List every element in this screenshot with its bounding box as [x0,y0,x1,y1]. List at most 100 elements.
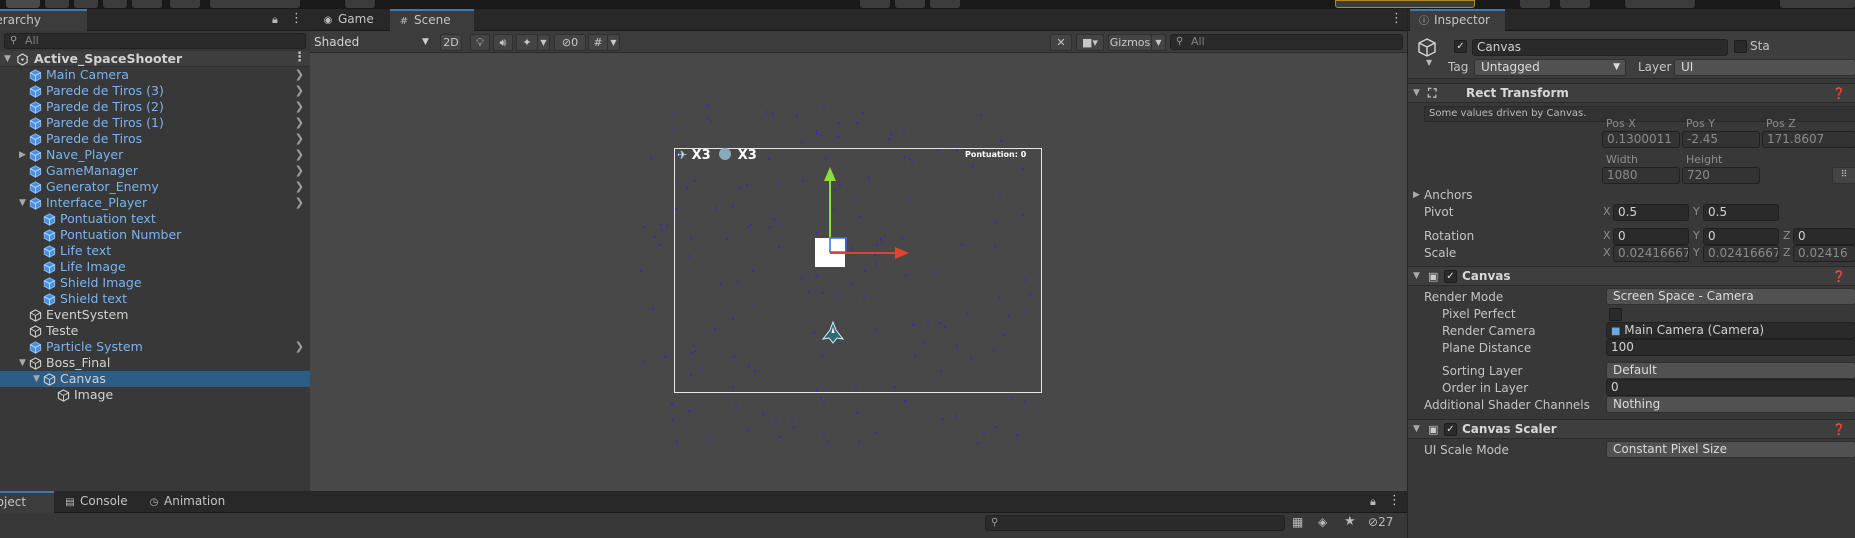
raw-edit-button[interactable]: ⠿ [1832,167,1855,184]
hidden-packages-button[interactable]: ⊘27 [1368,515,1393,529]
tool-button[interactable] [6,0,40,8]
help-icon[interactable]: ❓ [1832,84,1846,103]
tab-scene[interactable]: # Scene [390,9,474,31]
notification-button[interactable] [1335,0,1475,8]
open-prefab-arrow-icon[interactable]: ❯ [295,179,304,195]
open-prefab-arrow-icon[interactable]: ❯ [295,99,304,115]
rotation-x-field[interactable]: 0 [1613,228,1689,245]
render-mode-dropdown[interactable]: Screen Space - Camera [1606,288,1855,305]
rotation-z-field[interactable]: 0 [1793,228,1855,245]
hierarchy-item[interactable]: Pontuation text [0,211,310,227]
scale-z-field[interactable]: 0.02416 [1793,245,1855,262]
lock-icon[interactable]: 🔒︎ [1370,495,1376,509]
posx-field[interactable]: 0.1300011 [1602,131,1680,148]
gizmos-button[interactable]: Gizmos [1108,34,1152,51]
expand-arrow-icon[interactable]: ▼ [4,51,11,67]
expand-arrow-icon[interactable]: ▼ [19,355,26,371]
tool-button[interactable] [210,0,300,8]
static-checkbox[interactable] [1734,40,1747,53]
open-prefab-arrow-icon[interactable]: ❯ [295,115,304,131]
tag-dropdown[interactable]: Untagged ▼ [1474,59,1626,76]
cloud-button[interactable] [1560,0,1590,8]
chevron-down-icon[interactable]: ▼ [1152,34,1166,51]
hierarchy-item[interactable]: Life Image [0,259,310,275]
expand-arrow-icon[interactable]: ▼ [33,371,40,387]
chevron-down-icon[interactable]: ▼ [538,34,550,51]
canvas-component-header[interactable]: ▼ ▣ ✓ Canvas ❓ [1408,266,1855,286]
plane-distance-field[interactable]: 100 [1606,339,1855,356]
hierarchy-item[interactable]: Generator_Enemy ❯ [0,179,310,195]
help-icon[interactable]: ❓ [1832,267,1846,286]
sorting-layer-dropdown[interactable]: Default [1606,362,1855,379]
hierarchy-item[interactable]: ▶ Nave_Player ❯ [0,147,310,163]
pivot-x-field[interactable]: 0.5 [1613,204,1689,221]
hierarchy-item[interactable]: Parede de Tiros (1) ❯ [0,115,310,131]
hierarchy-item[interactable]: Particle System ❯ [0,339,310,355]
hierarchy-item[interactable]: Teste [0,323,310,339]
grid-toggle-icon[interactable]: # [588,34,608,51]
canvas-scaler-header[interactable]: ▼ ▣ ✓ Canvas Scaler ❓ [1408,419,1855,439]
expand-arrow-icon[interactable]: ▶ [19,147,26,163]
tab-game[interactable]: ◉ Game [314,9,394,31]
hierarchy-item[interactable]: GameManager ❯ [0,163,310,179]
open-prefab-arrow-icon[interactable]: ❯ [295,147,304,163]
scene-root-row[interactable]: ▼ Active_SpaceShooter ⋮ [0,51,310,67]
hierarchy-item[interactable]: Parede de Tiros (2) ❯ [0,99,310,115]
hierarchy-search-input[interactable]: ⚲ All [4,33,306,49]
anchors-row[interactable]: ▶ Anchors [1408,186,1855,204]
shading-mode-dropdown[interactable]: Shaded ▼ [314,34,434,51]
lighting-toggle-icon[interactable]: 💡︎ [470,34,490,51]
tool-button[interactable] [103,0,127,8]
layer-dropdown[interactable]: UI [1674,59,1855,76]
scene-viewport[interactable]: ✈ X3 X3 Pontuation: 0 [310,54,1407,491]
hierarchy-item[interactable]: Pontuation Number [0,227,310,243]
tool-button[interactable] [345,0,375,8]
scale-x-field[interactable]: 0.02416667 [1613,245,1689,262]
label-icon[interactable]: ◈ [1318,515,1327,529]
kebab-menu-icon[interactable]: ⋮ [1390,12,1403,26]
chevron-down-icon[interactable]: ▼ [608,34,620,51]
account-button[interactable] [1520,0,1550,8]
hierarchy-item[interactable]: ▼ Boss_Final [0,355,310,371]
kebab-menu-icon[interactable]: ⋮ [293,51,306,65]
chevron-down-icon[interactable]: ▼ [1426,58,1432,67]
tab-console[interactable]: ▤ Console [56,491,136,513]
tab-animation[interactable]: ◷ Animation [140,491,240,513]
audio-toggle-icon[interactable]: 🔊︎ [493,34,513,51]
pause-button[interactable] [895,0,925,8]
rotation-y-field[interactable]: 0 [1703,228,1779,245]
hierarchy-item[interactable]: Main Camera ❯ [0,67,310,83]
hierarchy-item[interactable]: Shield Image [0,275,310,291]
object-name-field[interactable]: Canvas [1472,39,1728,56]
open-prefab-arrow-icon[interactable]: ❯ [295,339,304,355]
component-enabled-checkbox[interactable]: ✓ [1444,423,1457,436]
hierarchy-item[interactable]: ▼ Canvas [0,371,310,387]
filter-type-icon[interactable]: ▦ [1292,515,1303,529]
kebab-menu-icon[interactable]: ⋮ [1388,494,1401,508]
scale-y-field[interactable]: 0.02416667 [1703,245,1779,262]
component-enabled-checkbox[interactable]: ✓ [1444,270,1457,283]
tools-icon[interactable]: ✕ [1050,34,1072,51]
open-prefab-arrow-icon[interactable]: ❯ [295,83,304,99]
project-search-input[interactable]: ⚲ [985,515,1285,531]
posy-field[interactable]: -2.45 [1682,131,1760,148]
2d-toggle-button[interactable]: 2D [440,34,462,51]
move-gizmo[interactable] [809,167,919,267]
open-prefab-arrow-icon[interactable]: ❯ [295,163,304,179]
hierarchy-item[interactable]: Parede de Tiros ❯ [0,131,310,147]
tool-button[interactable] [45,0,69,8]
kebab-menu-icon[interactable]: ⋮ [290,12,303,26]
width-field[interactable]: 1080 [1602,167,1680,184]
open-prefab-arrow-icon[interactable]: ❯ [295,67,304,83]
hierarchy-item[interactable]: Image [0,387,310,403]
hierarchy-item[interactable]: Parede de Tiros (3) ❯ [0,83,310,99]
tool-button[interactable] [170,0,200,8]
expand-arrow-icon[interactable]: ▼ [19,195,26,211]
hidden-objects-button[interactable]: ⊘0 [554,34,586,51]
tab-project[interactable]: roject [0,491,54,513]
order-in-layer-field[interactable]: 0 [1606,379,1855,396]
tool-button[interactable] [74,0,98,8]
play-button[interactable] [860,0,890,8]
height-field[interactable]: 720 [1682,167,1760,184]
render-camera-field[interactable]: ■ Main Camera (Camera) [1606,322,1855,339]
